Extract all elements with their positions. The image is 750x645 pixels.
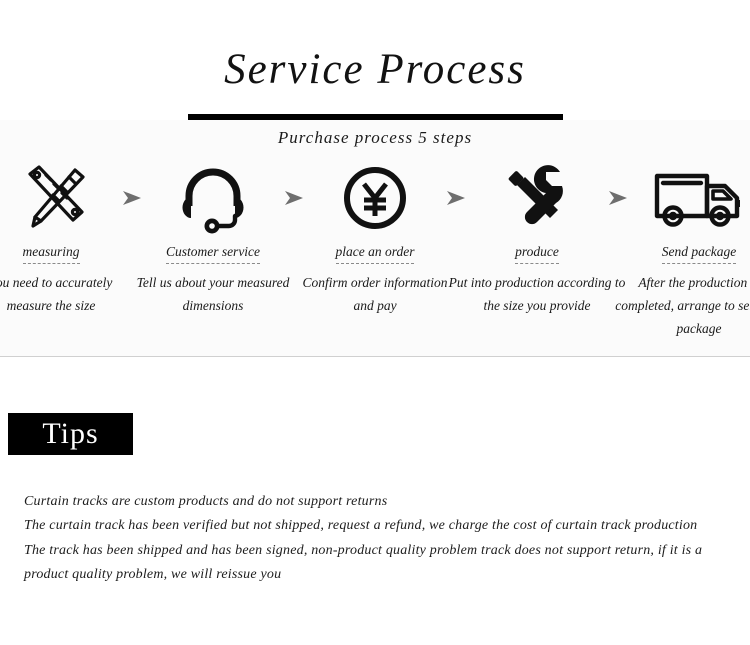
- tips-line: Curtain tracks are custom products and d…: [24, 494, 388, 509]
- arrow-right-icon: [439, 162, 473, 234]
- tips-line: The curtain track has been verified but …: [24, 518, 698, 534]
- process-section: Purchase process 5 steps measuring You n…: [0, 120, 750, 357]
- process-step-produce[interactable]: produce Put into production according to…: [449, 162, 625, 317]
- step-description: You need to accurately measure the size: [0, 275, 113, 314]
- process-step-place-an-order[interactable]: place an order Confirm order information…: [302, 162, 448, 317]
- step-description: Confirm order information and pay: [302, 275, 448, 314]
- step-title: Send package: [661, 244, 737, 264]
- process-subtitle: Purchase process 5 steps: [277, 128, 473, 147]
- headset-icon: [178, 162, 248, 234]
- yen-circle-icon: [342, 162, 408, 234]
- step-description: Tell us about your measured dimensions: [136, 275, 290, 314]
- process-step-customer-service[interactable]: Customer service Tell us about your meas…: [137, 162, 289, 317]
- step-title: place an order: [335, 244, 415, 264]
- step-title: Customer service: [165, 244, 261, 264]
- process-step-send-package[interactable]: Send package After the production is com…: [615, 162, 750, 341]
- arrow-right-icon: [115, 162, 149, 234]
- tips-line: The track has been shipped and has been …: [24, 542, 703, 583]
- tips-section: Tips Curtain tracks are custom products …: [0, 357, 750, 645]
- step-title: produce: [515, 244, 559, 264]
- tips-badge: Tips: [8, 413, 133, 455]
- arrow-right-icon: [601, 162, 635, 234]
- ruler-pencil-icon: [13, 162, 89, 234]
- step-title: measuring: [22, 244, 80, 264]
- arrow-right-icon: [277, 162, 311, 234]
- process-step-measuring[interactable]: measuring You need to accurately measure…: [0, 162, 115, 317]
- wrench-screwdriver-icon: [502, 162, 572, 234]
- tips-list: Curtain tracks are custom products and d…: [24, 490, 730, 587]
- delivery-truck-icon: [651, 162, 747, 234]
- page-title: Service Process: [224, 46, 526, 93]
- step-description: Put into production according to the siz…: [448, 275, 626, 314]
- step-description: After the production is completed, arran…: [615, 275, 750, 337]
- process-steps-row: measuring You need to accurately measure…: [0, 162, 750, 341]
- page-header: Service Process: [0, 0, 750, 120]
